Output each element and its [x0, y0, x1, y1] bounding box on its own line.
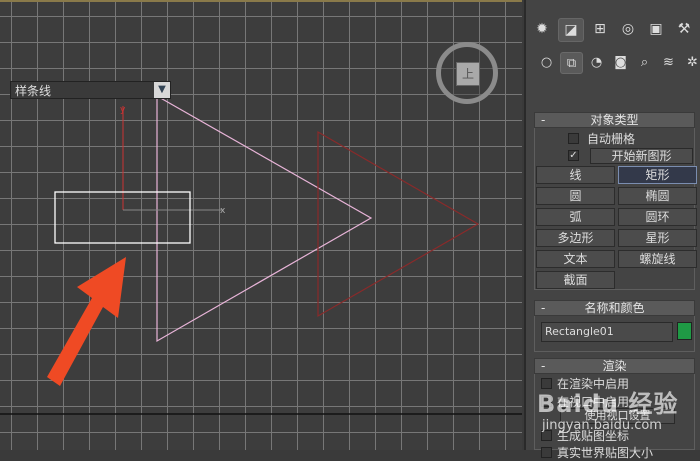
- geometry-icon[interactable]: ○: [536, 52, 557, 72]
- rendering-title: 渲染: [602, 359, 627, 373]
- svg-text:x: x: [220, 206, 226, 216]
- lights-icon[interactable]: ◔: [586, 52, 607, 72]
- text-button[interactable]: 文本: [536, 250, 615, 268]
- object-type-header[interactable]: - 对象类型: [534, 112, 695, 128]
- real-world-map-size-label: 真实世界贴图大小: [557, 446, 654, 460]
- ellipse-button[interactable]: 椭圆: [618, 187, 697, 205]
- section-button[interactable]: 截面: [536, 271, 615, 289]
- triangle-shape-dark: [317, 130, 480, 318]
- auto-grid-checkbox[interactable]: [568, 133, 579, 144]
- line-button[interactable]: 线: [536, 166, 615, 184]
- rectangle-button[interactable]: 矩形: [618, 166, 697, 184]
- svg-text:y: y: [120, 105, 126, 115]
- modify-icon[interactable]: ◪: [558, 18, 584, 42]
- donut-button[interactable]: 圆环: [618, 208, 697, 226]
- hierarchy-icon[interactable]: ⊞: [588, 18, 612, 40]
- auto-grid-label: 自动栅格: [587, 132, 636, 146]
- helix-button[interactable]: 螺旋线: [618, 250, 697, 268]
- name-color-header[interactable]: - 名称和颜色: [534, 300, 695, 316]
- object-type-title: 对象类型: [590, 113, 639, 127]
- spacewarps-icon[interactable]: ≋: [658, 52, 679, 72]
- annotation-arrow: [47, 257, 126, 386]
- create-icon[interactable]: ✹: [530, 18, 554, 40]
- start-new-shape-checkbox[interactable]: ✓: [568, 150, 579, 161]
- star-button[interactable]: 星形: [618, 229, 697, 247]
- create-subtabs: ○ ⧉ ◔ ◙ ⌕ ≋ ✲: [536, 52, 700, 74]
- circle-button[interactable]: 圆: [536, 187, 615, 205]
- panel-tabs: ✹ ◪ ⊞ ◎ ▣ ⚒: [530, 18, 696, 42]
- object-color-swatch[interactable]: [677, 322, 692, 340]
- cameras-icon[interactable]: ◙: [610, 52, 631, 72]
- helpers-icon[interactable]: ⌕: [634, 52, 655, 72]
- viewcube-top-face[interactable]: 上: [456, 62, 480, 86]
- display-icon[interactable]: ▣: [644, 18, 668, 40]
- viewcube[interactable]: 上: [436, 42, 498, 104]
- arc-button[interactable]: 弧: [536, 208, 615, 226]
- object-name-field[interactable]: Rectangle01: [541, 322, 673, 342]
- rendering-header[interactable]: - 渲染: [534, 358, 695, 374]
- chevron-down-icon[interactable]: ▼: [154, 82, 170, 98]
- name-color-title: 名称和颜色: [584, 301, 645, 315]
- utilities-icon[interactable]: ⚒: [672, 18, 696, 40]
- shapes-icon[interactable]: ⧉: [560, 52, 583, 74]
- start-new-shape-button[interactable]: 开始新图形: [590, 148, 693, 164]
- real-world-map-size-checkbox[interactable]: [541, 447, 552, 458]
- category-value: 样条线: [15, 84, 52, 98]
- category-dropdown[interactable]: 样条线 ▼: [10, 81, 171, 99]
- watermark-url: jingyan.baidu.com: [542, 418, 662, 433]
- systems-icon[interactable]: ✲: [682, 52, 700, 72]
- motion-icon[interactable]: ◎: [616, 18, 640, 40]
- ngon-button[interactable]: 多边形: [536, 229, 615, 247]
- viewport-top[interactable]: y x 上: [0, 0, 522, 450]
- watermark-logo: Baidu 经验: [537, 390, 679, 418]
